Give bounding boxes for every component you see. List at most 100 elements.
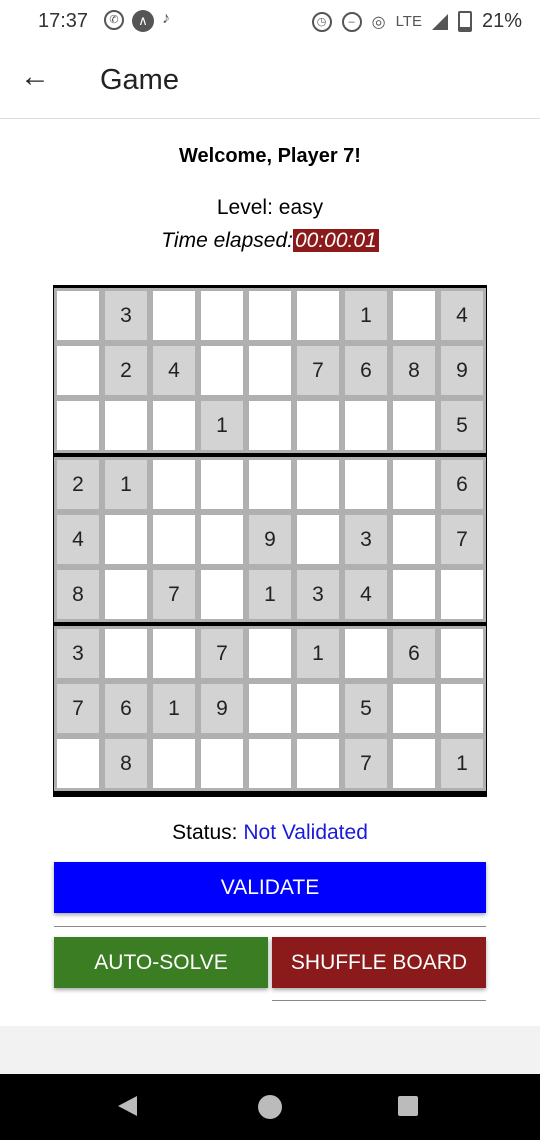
validate-button[interactable]: VALIDATE [54,862,486,913]
sudoku-cell[interactable]: 7 [198,626,246,681]
sudoku-cell[interactable] [54,736,102,791]
level-line: Level: easy [0,196,540,220]
sudoku-cell[interactable]: 6 [438,457,486,512]
sudoku-cell[interactable]: 4 [150,343,198,398]
clock: 17:37 [38,10,89,32]
sudoku-cell[interactable]: 4 [54,512,102,567]
sudoku-cell[interactable]: 1 [102,457,150,512]
shuffle-board-button[interactable]: SHUFFLE BOARD [272,937,486,988]
sudoku-cell[interactable]: 6 [390,626,438,681]
sudoku-cell[interactable]: 7 [294,343,342,398]
sudoku-cell[interactable] [150,457,198,512]
nav-back-icon[interactable] [118,1096,137,1116]
sudoku-cell[interactable] [54,288,102,343]
sudoku-cell[interactable] [294,457,342,512]
sudoku-cell[interactable] [390,736,438,791]
sudoku-cell[interactable] [438,626,486,681]
sudoku-cell[interactable] [102,398,150,453]
sudoku-cell[interactable]: 8 [102,736,150,791]
sudoku-cell[interactable] [198,512,246,567]
sudoku-cell[interactable]: 6 [102,681,150,736]
sudoku-cell[interactable] [246,343,294,398]
sudoku-cell[interactable] [246,398,294,453]
sudoku-cell[interactable]: 7 [342,736,390,791]
sudoku-cell[interactable]: 1 [150,681,198,736]
auto-solve-button[interactable]: AUTO-SOLVE [54,937,268,988]
sudoku-cell[interactable]: 7 [54,681,102,736]
sudoku-cell[interactable]: 9 [198,681,246,736]
sudoku-cell[interactable] [102,626,150,681]
sudoku-cell[interactable] [390,681,438,736]
status-label: Status: [172,821,238,844]
welcome-text: Welcome, Player 7! [179,145,361,167]
sudoku-cell[interactable] [198,343,246,398]
sudoku-cell[interactable]: 1 [342,288,390,343]
sudoku-cell[interactable]: 4 [342,567,390,622]
sudoku-cell[interactable] [390,457,438,512]
page-title: Game [100,64,179,96]
sudoku-cell[interactable] [390,288,438,343]
sudoku-cell[interactable] [294,736,342,791]
sudoku-cell[interactable] [54,343,102,398]
sudoku-cell[interactable] [390,512,438,567]
sudoku-cell[interactable]: 3 [294,567,342,622]
sudoku-cell[interactable] [150,512,198,567]
sudoku-cell[interactable]: 9 [246,512,294,567]
sudoku-cell[interactable] [198,567,246,622]
sudoku-cell[interactable]: 2 [54,457,102,512]
sudoku-cell[interactable] [102,567,150,622]
sudoku-cell[interactable]: 8 [54,567,102,622]
network-type: LTE [395,13,422,30]
sudoku-cell[interactable]: 9 [438,343,486,398]
nav-recents-icon[interactable] [398,1096,418,1116]
sudoku-cell[interactable]: 3 [342,512,390,567]
sudoku-cell[interactable] [438,567,486,622]
sudoku-cell[interactable] [54,398,102,453]
sudoku-cell[interactable] [294,512,342,567]
back-arrow-icon[interactable]: ← [20,60,50,94]
sudoku-cell[interactable]: 2 [102,343,150,398]
sudoku-cell[interactable] [390,398,438,453]
sudoku-cell[interactable]: 7 [150,567,198,622]
sudoku-cell[interactable] [198,736,246,791]
level-label: Level: [216,196,273,219]
sudoku-cell[interactable]: 3 [102,288,150,343]
sudoku-cell[interactable]: 7 [438,512,486,567]
sudoku-cell[interactable] [150,398,198,453]
sudoku-cell[interactable] [246,736,294,791]
timer-value: 00:00:01 [292,229,379,252]
sudoku-cell[interactable]: 6 [342,343,390,398]
tiktok-icon: ♪ [162,10,170,27]
nav-home-icon[interactable] [258,1095,282,1119]
sudoku-cell[interactable] [390,567,438,622]
divider [272,1000,486,1001]
sudoku-cell[interactable]: 1 [198,398,246,453]
sudoku-cell[interactable] [246,681,294,736]
sudoku-cell[interactable] [150,626,198,681]
sudoku-cell[interactable] [438,681,486,736]
sudoku-cell[interactable] [150,736,198,791]
sudoku-cell[interactable]: 1 [438,736,486,791]
sudoku-cell[interactable] [102,512,150,567]
sudoku-cell[interactable] [150,288,198,343]
sudoku-cell[interactable] [342,457,390,512]
sudoku-cell[interactable]: 1 [294,626,342,681]
sudoku-cell[interactable] [246,288,294,343]
sudoku-cell[interactable] [198,457,246,512]
sudoku-cell[interactable] [342,626,390,681]
sudoku-cell[interactable] [198,288,246,343]
level-value: easy [278,196,324,219]
sudoku-cell[interactable] [294,288,342,343]
sudoku-cell[interactable]: 5 [342,681,390,736]
sudoku-cell[interactable] [294,681,342,736]
sudoku-cell[interactable]: 1 [246,567,294,622]
sudoku-cell[interactable] [246,626,294,681]
time-elapsed-line: Time elapsed:00:00:01 [0,229,540,253]
sudoku-cell[interactable] [342,398,390,453]
sudoku-cell[interactable] [246,457,294,512]
sudoku-cell[interactable]: 5 [438,398,486,453]
sudoku-cell[interactable]: 8 [390,343,438,398]
sudoku-cell[interactable] [294,398,342,453]
sudoku-cell[interactable]: 4 [438,288,486,343]
sudoku-cell[interactable]: 3 [54,626,102,681]
